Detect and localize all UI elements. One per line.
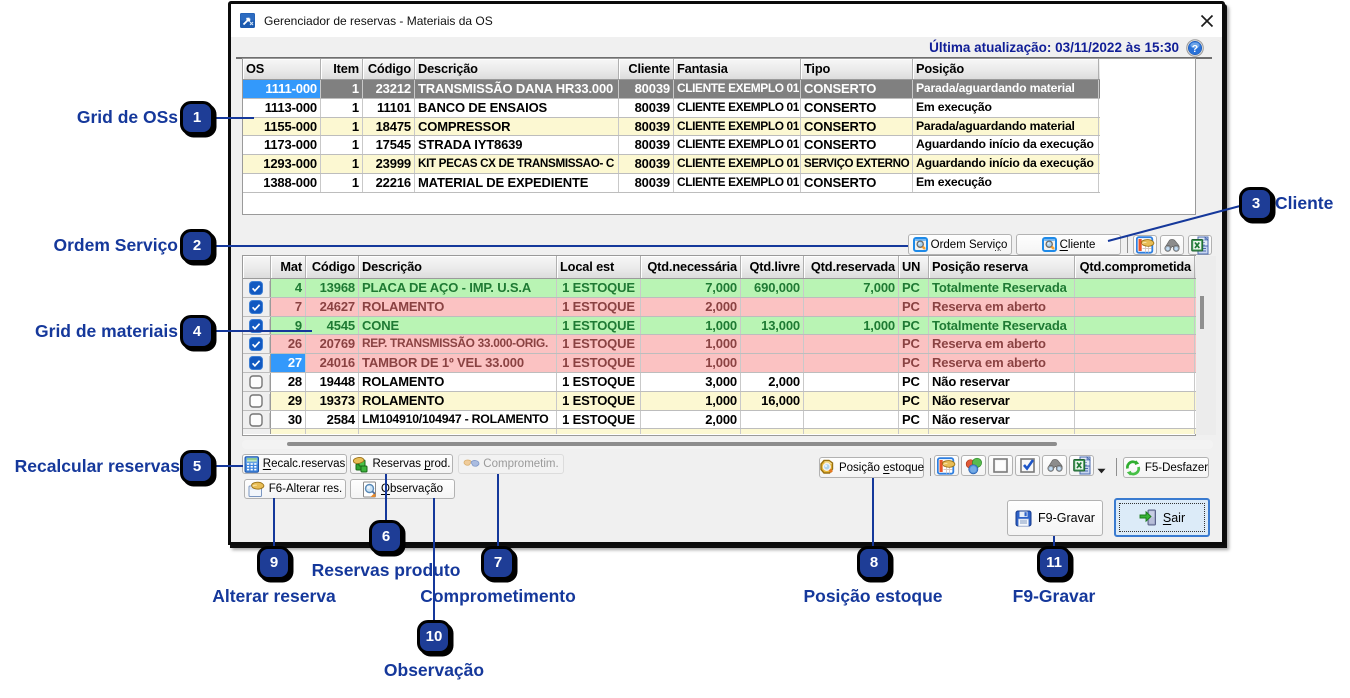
svg-text:?: ? <box>1192 43 1198 55</box>
